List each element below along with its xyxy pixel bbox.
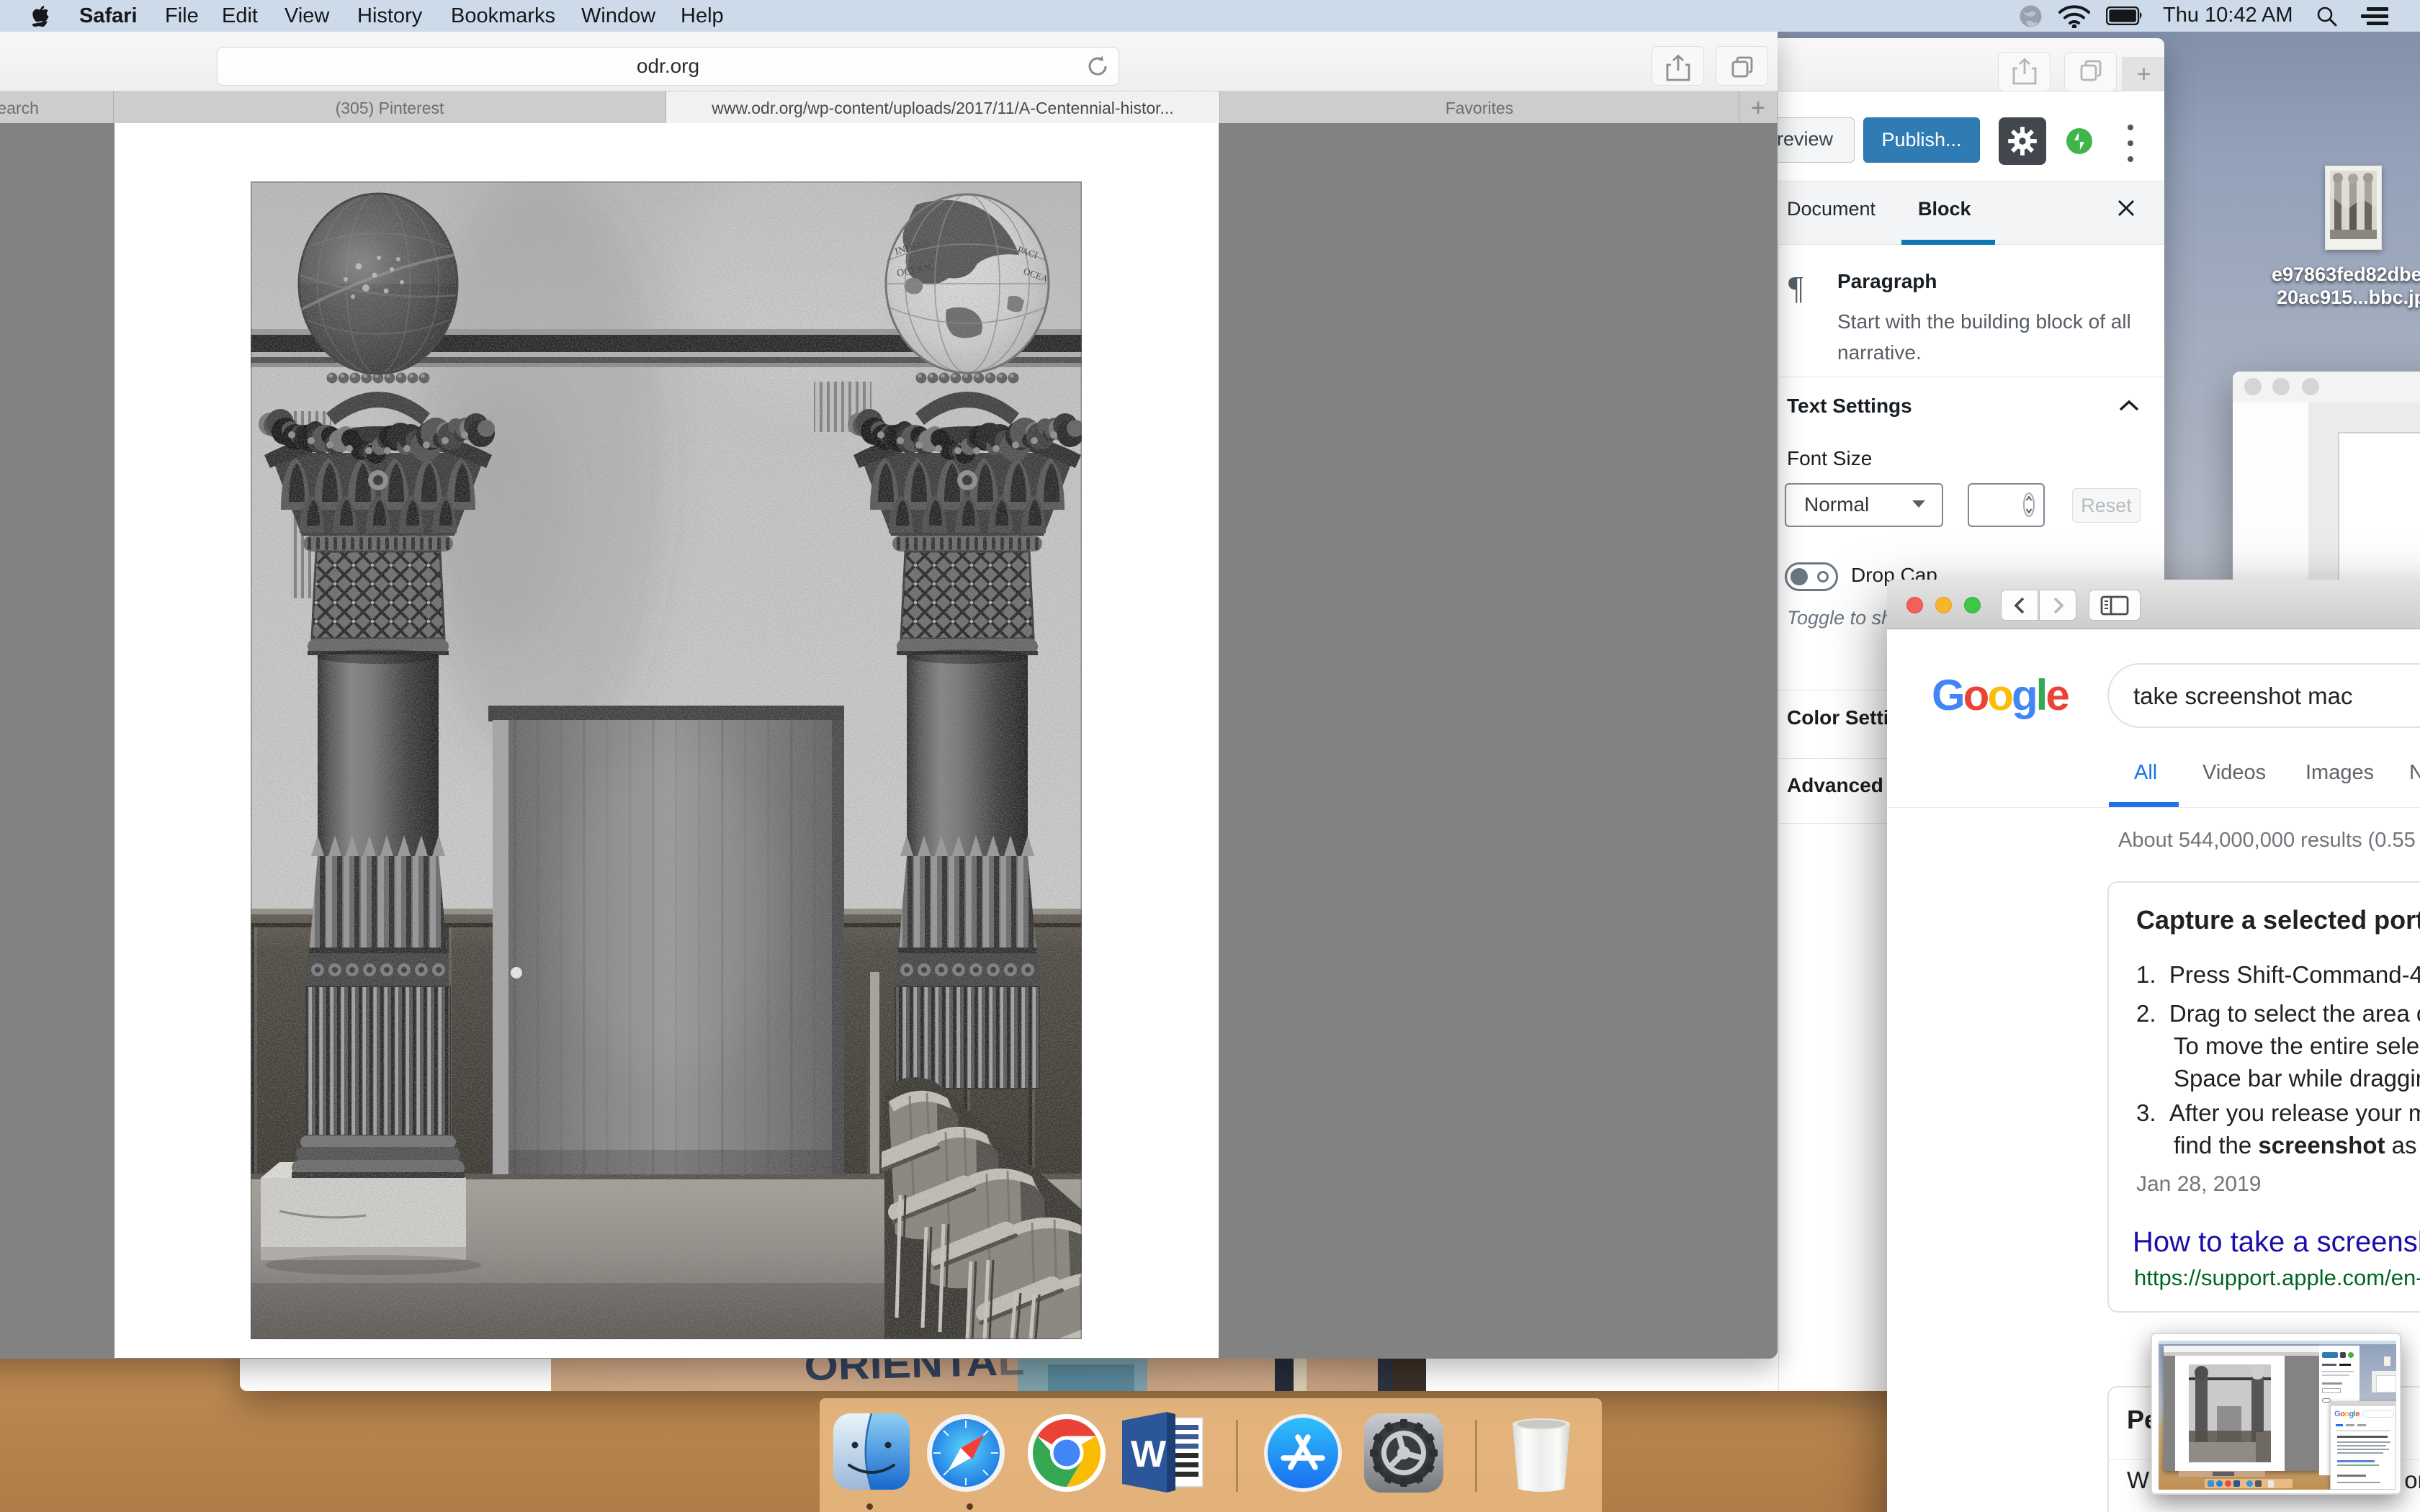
svg-text:W: W	[1131, 1434, 1167, 1475]
